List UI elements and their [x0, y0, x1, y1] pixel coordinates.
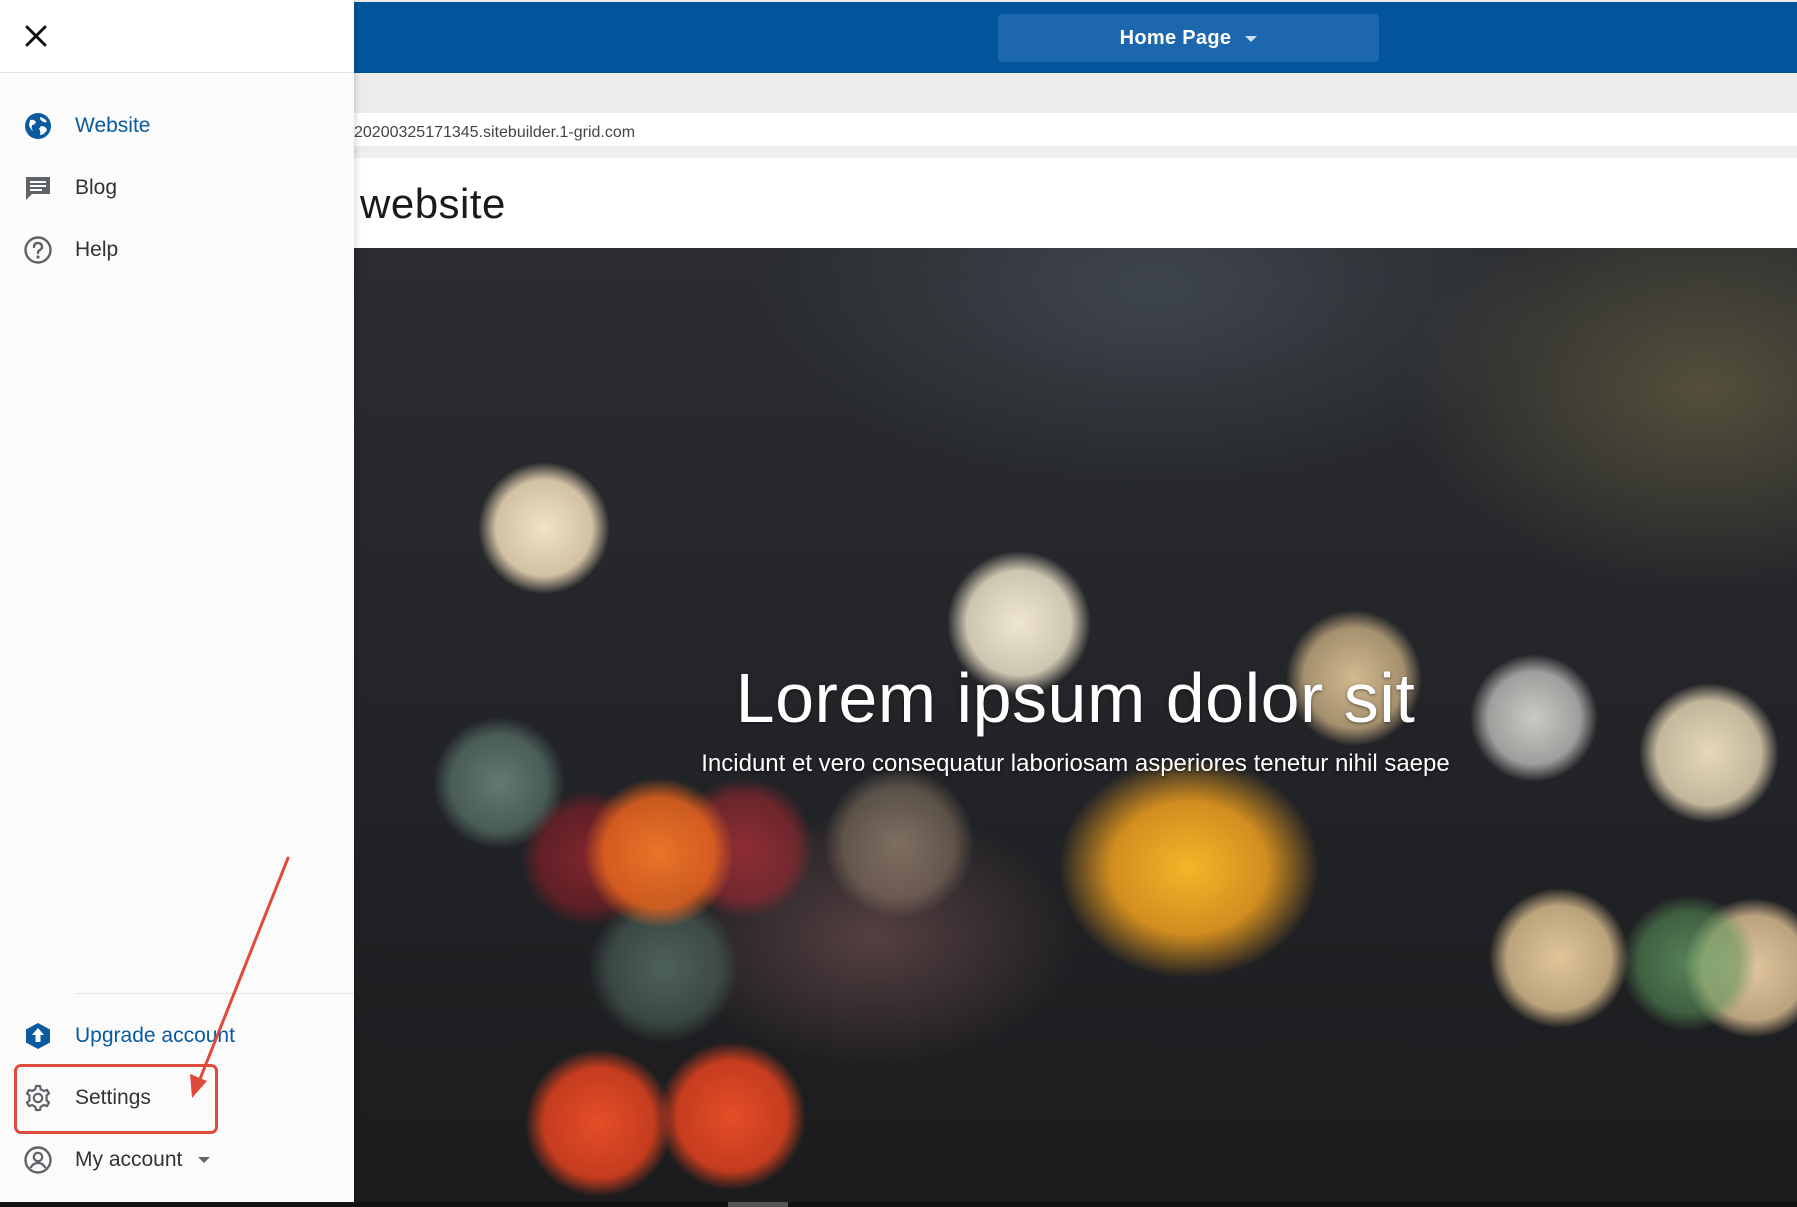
sidebar-item-label: Blog	[75, 176, 118, 199]
hero-section[interactable]: Lorem ipsum dolor sit Incidunt et vero c…	[354, 248, 1797, 1202]
page-selector-label: Home Page	[1119, 26, 1232, 49]
sidebar-item-label: Settings	[75, 1086, 151, 1109]
screen-bottom-edge	[0, 1202, 1797, 1207]
page-selector-dropdown[interactable]: Home Page	[998, 14, 1379, 62]
sidebar-header	[0, 0, 354, 73]
hero-title[interactable]: Lorem ipsum dolor sit	[354, 658, 1797, 738]
close-icon[interactable]	[22, 22, 50, 50]
sidebar-menu: Website Blog Help Upgrade account Settin…	[0, 0, 354, 1202]
comment-icon	[22, 172, 54, 204]
upgrade-icon	[22, 1020, 54, 1052]
site-url: 20200325171345.sitebuilder.1-grid.com	[354, 123, 636, 141]
site-header[interactable]: website	[354, 158, 1797, 248]
site-title[interactable]: website	[360, 180, 506, 228]
sidebar-divider	[75, 993, 354, 994]
gear-icon	[22, 1082, 54, 1114]
sidebar-item-my-account[interactable]: My account	[22, 1140, 211, 1180]
sidebar-item-upgrade-account[interactable]: Upgrade account	[22, 1016, 235, 1056]
sidebar-item-website[interactable]: Website	[22, 106, 150, 146]
sidebar-item-label: Help	[75, 238, 119, 261]
account-circle-icon	[22, 1144, 54, 1176]
app-root: Home Page 20200325171345.sitebuilder.1-g…	[0, 0, 1797, 1207]
hero-subtitle[interactable]: Incidunt et vero consequatur laboriosam …	[354, 750, 1797, 778]
top-toolbar: Home Page	[354, 2, 1797, 73]
scroll-indicator	[728, 1202, 788, 1207]
sidebar-item-label: Upgrade account	[75, 1024, 235, 1047]
editor-gray-strip	[354, 73, 1797, 113]
site-url-bar: 20200325171345.sitebuilder.1-grid.com	[354, 113, 1797, 152]
help-icon	[22, 234, 54, 266]
sidebar-item-blog[interactable]: Blog	[22, 168, 117, 208]
sidebar-item-label: Website	[75, 114, 151, 137]
sidebar-item-help[interactable]: Help	[22, 230, 118, 270]
sidebar-item-label: My account	[75, 1148, 183, 1171]
sidebar-item-settings[interactable]: Settings	[22, 1078, 151, 1118]
globe-icon	[22, 110, 54, 142]
chevron-down-icon	[1245, 36, 1258, 42]
chevron-down-icon[interactable]	[198, 1157, 211, 1163]
